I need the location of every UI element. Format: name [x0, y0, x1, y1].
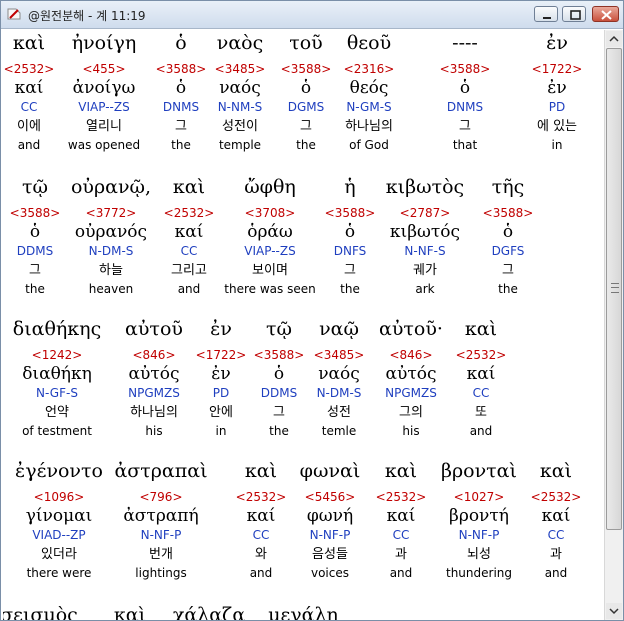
english-text: of testment — [22, 424, 92, 438]
parse-text: DGFS — [491, 244, 525, 258]
greek-text: καὶ — [464, 318, 498, 340]
minimize-button[interactable] — [534, 6, 558, 22]
parse-text: CC — [472, 386, 490, 400]
lemma-text: ἀστραπή — [123, 506, 199, 526]
lemma-text: καί — [541, 506, 571, 526]
strong-text: <2532> — [455, 348, 507, 362]
strong-text: <1722> — [531, 62, 583, 76]
english-text: and — [469, 424, 493, 438]
window-title: @원전분해 - 계 11:19 — [28, 9, 146, 23]
english-text: and — [544, 566, 568, 580]
korean-text: 하나님의 — [345, 119, 393, 134]
parse-text: N-NF-P — [140, 528, 182, 542]
english-text: lightings — [135, 566, 187, 580]
greek-text: τῆς — [491, 176, 525, 198]
minimize-icon — [543, 17, 551, 19]
strong-text: <2316> — [343, 62, 395, 76]
greek-text: ἀστραπαὶ — [114, 460, 208, 482]
english-text: there were — [26, 566, 92, 580]
english-text: the — [498, 282, 518, 296]
strong-text: <3588> — [482, 206, 534, 220]
english-text: of God — [349, 138, 389, 152]
korean-text: 언약 — [45, 405, 69, 420]
parse-text: PD — [548, 100, 566, 114]
maximize-button[interactable] — [562, 6, 586, 22]
scroll-up-button[interactable] — [606, 31, 622, 47]
maximize-icon — [570, 10, 581, 20]
greek-text: θεοῦ — [346, 32, 392, 54]
strong-text: <1242> — [31, 348, 83, 362]
parse-text: CC — [547, 528, 565, 542]
lemma-text: θεός — [349, 78, 389, 98]
parse-text: N-GF-S — [36, 386, 78, 400]
greek-text: καὶ — [539, 460, 573, 482]
grip-icon — [611, 283, 619, 293]
interlinear-text-pane[interactable]: καὶ <2532> καί CC 이에 and ἠνοίγη <455> ἀνοίγω VIAP… — [3, 30, 603, 620]
strong-text: <796> — [139, 490, 183, 504]
korean-text: 에 있는 — [536, 119, 577, 134]
title-bar[interactable]: @원전분해 - 계 11:19 — [1, 1, 623, 29]
korean-text: 번개 — [149, 547, 173, 562]
greek-text: διαθήκης — [12, 318, 102, 340]
greek-text: ἐγένοντο — [15, 460, 103, 482]
strong-text: <1096> — [33, 490, 85, 504]
greek-text: μεγάλη — [268, 604, 338, 621]
close-icon — [601, 10, 612, 20]
english-text: in — [551, 138, 563, 152]
vertical-scrollbar[interactable] — [604, 30, 623, 620]
lemma-text: διαθήκη — [22, 364, 92, 384]
korean-text: 그 — [502, 263, 514, 278]
scroll-down-button[interactable] — [606, 603, 622, 619]
app-icon — [7, 8, 21, 20]
korean-text: 또 — [475, 405, 487, 420]
lemma-text: ἐν — [547, 78, 567, 98]
app-window: @원전분해 - 계 11:19 καὶ <2532> καί CC 이에 and ἠνοίγ… — [0, 0, 624, 621]
parse-text: N-GM-S — [346, 100, 392, 114]
scroll-thumb[interactable] — [606, 48, 622, 530]
lemma-text: καί — [466, 364, 496, 384]
close-button[interactable] — [592, 6, 619, 22]
korean-text: 있더라 — [41, 547, 77, 562]
greek-text: ἐν — [546, 32, 568, 54]
lemma-text: ὁ — [502, 222, 514, 242]
korean-text: 과 — [550, 547, 562, 562]
strong-text: <2532> — [530, 490, 582, 504]
parse-text: VIAD--ZP — [32, 528, 86, 542]
lemma-text: γίνομαι — [25, 506, 93, 526]
